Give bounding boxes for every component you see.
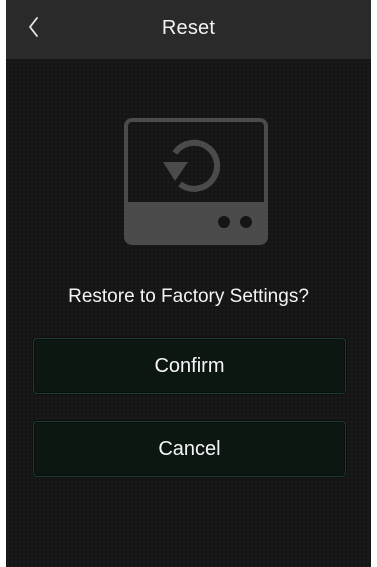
confirm-button[interactable]: Confirm [33,338,346,394]
restore-device-icon [124,118,268,245]
device-screen: Reset Restore to Factory Settings? Confi… [6,0,371,567]
cancel-button[interactable]: Cancel [33,421,346,477]
top-bar: Reset [6,0,371,59]
reset-confirmation-panel: Restore to Factory Settings? Confirm Can… [6,59,371,567]
factory-reset-question: Restore to Factory Settings? [68,286,309,307]
page-title: Reset [161,17,216,39]
